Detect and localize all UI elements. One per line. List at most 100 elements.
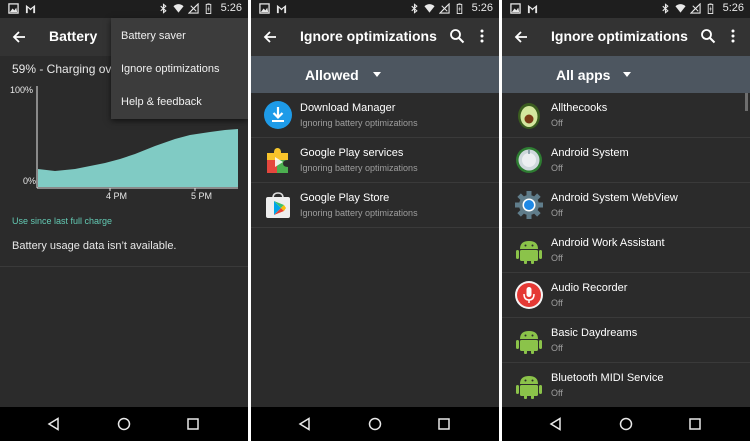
puzzle-icon — [267, 148, 288, 173]
nav-home-icon[interactable] — [619, 417, 633, 431]
nav-back-icon[interactable] — [47, 417, 61, 431]
bluetooth-icon — [159, 3, 167, 14]
list-item[interactable]: Basic Daydreams Off — [502, 318, 750, 363]
back-arrow-icon[interactable] — [512, 28, 530, 46]
gmail-icon — [25, 4, 36, 14]
graph-ylabel-bottom: 0% — [23, 176, 36, 186]
status-time: 5:26 — [471, 2, 493, 14]
nav-recents-icon[interactable] — [437, 417, 451, 431]
graph-xtick-5pm: 5 PM — [191, 191, 212, 201]
app-name: Android Work Assistant — [551, 237, 665, 249]
list-item[interactable]: Android System Off — [502, 138, 750, 183]
charging-status: 59% - Charging ove — [12, 62, 119, 76]
dropdown-caret-icon — [623, 72, 631, 77]
image-notification-icon — [8, 3, 19, 14]
no-data-message: Battery usage data isn’t available. — [12, 240, 177, 252]
list-item[interactable]: Bluetooth MIDI Service Off — [502, 363, 750, 408]
app-status: Ignoring battery optimizations — [300, 208, 418, 218]
app-bar: Ignore optimizations — [502, 18, 750, 56]
bluetooth-icon — [410, 3, 418, 14]
page-title: Ignore optimizations — [300, 28, 437, 44]
menu-item-ignore-optimizations[interactable]: Ignore optimizations — [121, 63, 219, 75]
image-notification-icon — [510, 3, 521, 14]
app-status: Off — [551, 388, 563, 398]
app-list: Download Manager Ignoring battery optimi… — [251, 93, 499, 228]
divider — [0, 266, 248, 267]
app-name: Allthecooks — [551, 102, 608, 114]
back-arrow-icon[interactable] — [261, 28, 279, 46]
nav-recents-icon[interactable] — [186, 417, 200, 431]
app-status: Off — [551, 163, 563, 173]
nav-home-icon[interactable] — [368, 417, 382, 431]
download-icon — [264, 101, 292, 129]
app-list: Allthecooks Off Android System Off Andro… — [502, 93, 750, 408]
dropdown-caret-icon — [373, 72, 381, 77]
ignore-optimizations-allowed-screen: 5:26 Ignore optimizations Allowed Downlo… — [251, 0, 499, 441]
page-title: Ignore optimizations — [551, 28, 688, 44]
wifi-icon — [424, 4, 435, 13]
list-item[interactable]: Android System WebView Off — [502, 183, 750, 228]
app-status: Off — [551, 253, 563, 263]
list-item[interactable]: Android Work Assistant Off — [502, 228, 750, 273]
navigation-bar — [502, 407, 750, 441]
app-status: Off — [551, 208, 563, 218]
list-item[interactable]: Download Manager Ignoring battery optimi… — [251, 93, 499, 138]
nav-recents-icon[interactable] — [688, 417, 702, 431]
app-name: Audio Recorder — [551, 282, 628, 294]
battery-charging-icon — [707, 3, 713, 14]
more-options-icon[interactable] — [725, 28, 741, 44]
app-name: Android System WebView — [551, 192, 678, 204]
battery-charging-icon — [456, 3, 462, 14]
no-signal-icon — [689, 3, 701, 14]
page-title: Battery — [49, 28, 98, 44]
app-name: Google Play Store — [300, 192, 390, 204]
graph-ylabel-top: 100% — [10, 85, 33, 95]
graph-xtick-4pm: 4 PM — [106, 191, 127, 201]
menu-item-help-feedback[interactable]: Help & feedback — [121, 96, 202, 108]
filter-selected-value: Allowed — [305, 67, 359, 83]
use-since-label: Use since last full charge — [12, 216, 113, 226]
list-item[interactable]: Google Play services Ignoring battery op… — [251, 138, 499, 183]
list-item[interactable]: Audio Recorder Off — [502, 273, 750, 318]
gmail-icon — [527, 4, 538, 14]
list-item[interactable]: Google Play Store Ignoring battery optim… — [251, 183, 499, 228]
gmail-icon — [276, 4, 287, 14]
search-icon[interactable] — [700, 28, 716, 44]
app-status: Ignoring battery optimizations — [300, 163, 418, 173]
menu-item-battery-saver[interactable]: Battery saver — [121, 30, 186, 42]
nav-back-icon[interactable] — [298, 417, 312, 431]
status-bar: 5:26 — [502, 0, 750, 18]
overflow-menu: Battery saver Ignore optimizations Help … — [111, 18, 248, 119]
status-time: 5:26 — [722, 2, 744, 14]
list-item[interactable]: Allthecooks Off — [502, 93, 750, 138]
status-bar: 5:26 — [251, 0, 499, 18]
status-bar: 5:26 — [0, 0, 248, 18]
nav-home-icon[interactable] — [117, 417, 131, 431]
no-signal-icon — [438, 3, 450, 14]
app-status: Off — [551, 118, 563, 128]
android-icon — [516, 331, 542, 354]
battery-screen: 5:26 Battery 59% - Charging ove 100% 0% … — [0, 0, 248, 441]
battery-level-area — [38, 129, 238, 187]
image-notification-icon — [259, 3, 270, 14]
gear-icon — [515, 191, 543, 219]
app-name: Bluetooth MIDI Service — [551, 372, 664, 384]
filter-selected-value: All apps — [556, 67, 611, 83]
nav-back-icon[interactable] — [549, 417, 563, 431]
android-system-icon — [516, 147, 542, 173]
more-options-icon[interactable] — [474, 28, 490, 44]
status-time: 5:26 — [220, 2, 242, 14]
navigation-bar — [0, 407, 248, 441]
back-arrow-icon[interactable] — [10, 28, 28, 46]
filter-dropdown[interactable]: Allowed — [251, 56, 499, 93]
app-name: Android System — [551, 147, 629, 159]
scrollbar-thumb[interactable] — [745, 93, 748, 111]
navigation-bar — [251, 407, 499, 441]
wifi-icon — [173, 4, 184, 13]
android-icon — [516, 241, 542, 264]
filter-dropdown[interactable]: All apps — [502, 56, 750, 93]
app-status: Off — [551, 298, 563, 308]
ignore-optimizations-all-apps-screen: 5:26 Ignore optimizations All apps Allth… — [502, 0, 750, 441]
app-bar: Ignore optimizations — [251, 18, 499, 56]
search-icon[interactable] — [449, 28, 465, 44]
